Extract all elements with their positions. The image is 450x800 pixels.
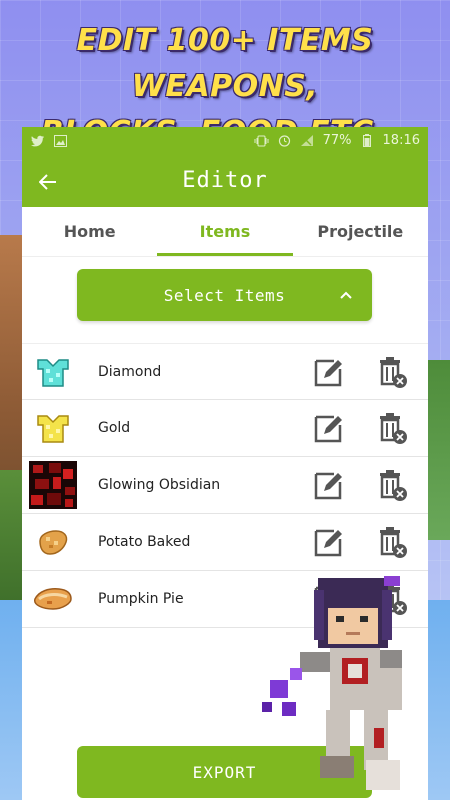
battery-icon bbox=[360, 134, 375, 147]
delete-button[interactable] bbox=[378, 355, 408, 389]
app-bar: Editor bbox=[22, 154, 428, 207]
status-bar: 77% 18:16 bbox=[22, 127, 428, 154]
edit-button[interactable] bbox=[312, 468, 346, 502]
edit-button[interactable] bbox=[312, 355, 346, 389]
arrow-left-icon bbox=[39, 174, 56, 190]
delete-button[interactable] bbox=[378, 525, 408, 559]
promo-headline-line1: EDIT 100+ ITEMS WEAPONS, bbox=[76, 23, 374, 104]
list-item[interactable]: Gold bbox=[22, 400, 428, 457]
edit-button[interactable] bbox=[312, 411, 346, 445]
tab-bar: Home Items Projectile bbox=[22, 207, 428, 257]
gallery-icon bbox=[53, 134, 68, 147]
gold-chestplate-icon bbox=[28, 403, 78, 453]
delete-icon bbox=[380, 470, 407, 501]
edit-icon bbox=[314, 359, 342, 386]
tab-home[interactable]: Home bbox=[22, 207, 157, 256]
select-items-dropdown[interactable]: Select Items bbox=[77, 269, 372, 321]
status-time: 18:16 bbox=[382, 133, 420, 148]
list-item[interactable]: Diamond bbox=[22, 343, 428, 400]
character-mascot bbox=[262, 576, 402, 790]
glowing-obsidian-icon bbox=[28, 460, 78, 510]
delete-icon bbox=[380, 356, 407, 388]
battery-percent: 77% bbox=[322, 133, 352, 148]
twitter-icon bbox=[30, 134, 45, 147]
tab-items[interactable]: Items bbox=[157, 207, 293, 256]
vibrate-icon bbox=[254, 134, 269, 147]
no-signal-icon bbox=[300, 134, 315, 147]
delete-button[interactable] bbox=[378, 468, 408, 502]
edit-button[interactable] bbox=[312, 525, 346, 559]
chevron-up-icon bbox=[340, 291, 352, 299]
diamond-chestplate-icon bbox=[28, 347, 78, 397]
tab-projectile[interactable]: Projectile bbox=[293, 207, 428, 256]
alarm-icon bbox=[277, 134, 292, 147]
page-title: Editor bbox=[182, 168, 268, 193]
baked-potato-icon bbox=[28, 517, 78, 567]
delete-button[interactable] bbox=[378, 411, 408, 445]
edit-icon bbox=[314, 472, 342, 500]
export-label: EXPORT bbox=[192, 762, 257, 782]
edit-icon bbox=[314, 415, 342, 443]
back-button[interactable] bbox=[32, 166, 64, 198]
delete-icon bbox=[380, 413, 407, 444]
list-item[interactable]: Glowing Obsidian bbox=[22, 457, 428, 514]
edit-icon bbox=[314, 529, 342, 557]
pumpkin-pie-icon bbox=[28, 574, 78, 624]
select-items-label: Select Items bbox=[163, 285, 286, 305]
select-items-container: Select Items bbox=[22, 257, 428, 343]
delete-icon bbox=[380, 527, 407, 558]
